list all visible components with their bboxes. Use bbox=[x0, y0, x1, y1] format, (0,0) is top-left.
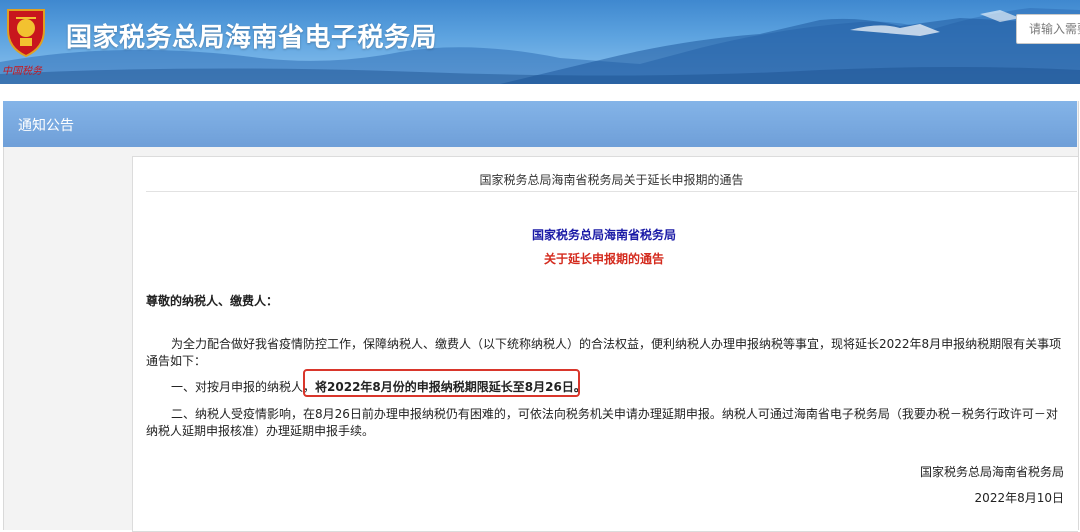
search-input[interactable] bbox=[1016, 14, 1080, 44]
signature-org: 国家税务总局海南省税务局 bbox=[919, 465, 1064, 479]
tax-emblem-icon bbox=[7, 9, 45, 58]
salutation: 尊敬的纳税人、缴费人： bbox=[146, 294, 279, 308]
site-header: 国家税务总局海南省电子税务局 中国税务 bbox=[0, 0, 1080, 84]
item-2-line-2: 纳税人延期申报核准）办理延期申报手续。 bbox=[146, 424, 375, 438]
section-bar: 通知公告 bbox=[3, 101, 1077, 147]
item-2-line-1: 二、纳税人受疫情影响，在8月26日前办理申报纳税仍有困难的，可依法向税务机关申请… bbox=[171, 407, 1058, 421]
paragraph-1-line-1: 为全力配合做好我省疫情防控工作，保障纳税人、缴费人（以下统称纳税人）的合法权益，… bbox=[171, 337, 1062, 351]
section-title: 通知公告 bbox=[18, 118, 74, 134]
notice-title: 国家税务总局海南省税务局关于延长申报期的通告 bbox=[146, 167, 1077, 192]
notice-sub-heading: 关于延长申报期的通告 bbox=[543, 252, 664, 266]
issuing-org-heading: 国家税务总局海南省税务局 bbox=[531, 228, 676, 242]
site-title: 国家税务总局海南省电子税务局 bbox=[66, 23, 438, 53]
calligraphy-signature: 中国税务 bbox=[2, 66, 42, 77]
signature-date: 2022年8月10日 bbox=[974, 491, 1064, 505]
item-1-prefix: 一、对按月申报的纳税人， bbox=[171, 380, 316, 394]
highlight-outline bbox=[303, 369, 580, 397]
paragraph-1-line-2: 通告如下： bbox=[146, 354, 207, 368]
